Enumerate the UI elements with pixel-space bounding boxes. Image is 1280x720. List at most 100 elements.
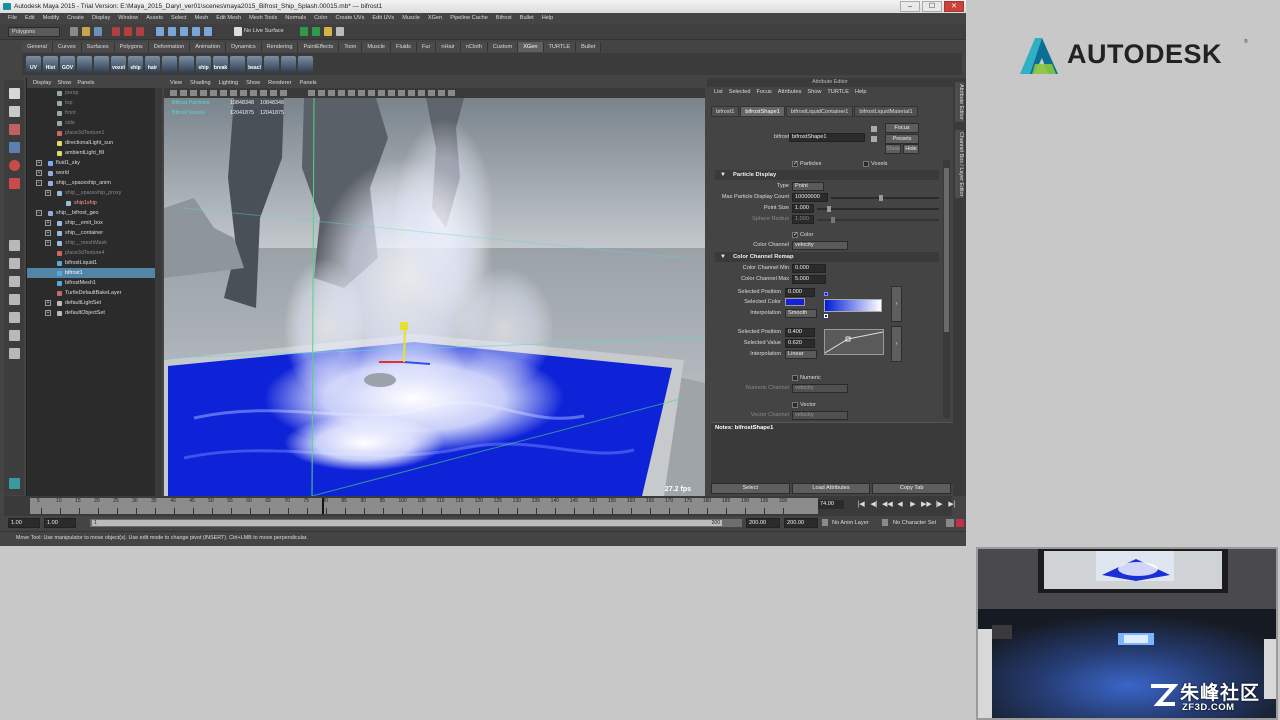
time-slider-track[interactable]: 5 10 15 20 25 30 35 40 45 50 55 60 65 70 75 80 85 90 95 100… [30, 498, 818, 514]
outliner-menu-show[interactable]: Show [54, 78, 74, 88]
outliner-item-ship-meshmask[interactable]: + ship__meshMask [27, 238, 155, 248]
shelf-button-9[interactable] [179, 55, 194, 73]
select-button[interactable]: Select [711, 483, 790, 494]
viewport-menu-show[interactable]: Show [242, 78, 264, 88]
expand-toggle-icon[interactable]: + [36, 170, 42, 176]
shelf-button-hist[interactable]: Hist [43, 55, 58, 73]
outliner-persp-layout-icon[interactable] [9, 294, 20, 305]
color-channel-dropdown[interactable]: velocity [792, 241, 848, 250]
side-tab-channel-box-layer-editor[interactable]: Channel Box / Layer Editor [955, 130, 964, 199]
maximize-button[interactable]: ☐ [922, 1, 942, 12]
field-chart-icon[interactable] [260, 90, 267, 96]
value-ramp-graph[interactable] [824, 329, 884, 355]
expand-color-ramp-button[interactable]: › [891, 286, 902, 322]
menu-select[interactable]: Select [167, 13, 191, 24]
shelf-button-14[interactable] [264, 55, 279, 73]
outliner-menu-panels[interactable]: Panels [74, 78, 97, 88]
move-tool-icon[interactable] [9, 142, 20, 153]
expand-toggle-icon[interactable]: + [45, 310, 51, 316]
outliner-item-front[interactable]: front [27, 108, 155, 118]
numeric-channel-dropdown[interactable]: velocity [792, 384, 848, 393]
attr-tab-bifrostliquidmaterial1[interactable]: bifrostLiquidMaterial1 [854, 106, 918, 117]
outliner-item-bifrost1[interactable]: bifrost1 [27, 268, 155, 278]
hypershade-persp-layout-icon[interactable] [9, 330, 20, 341]
shelf-button-beacl[interactable]: beacl [247, 55, 262, 73]
menu-mesh-tools[interactable]: Mesh Tools [245, 13, 281, 24]
numeric-checkbox[interactable] [792, 375, 798, 381]
film-gate-icon[interactable] [230, 90, 237, 96]
animation-end-field[interactable]: 200.00 [784, 518, 818, 528]
character-set-dropdown[interactable]: No Character Set [893, 517, 936, 529]
shelf-tab-general[interactable]: General [22, 42, 53, 52]
point-size-field[interactable]: 1.000 [792, 204, 814, 213]
interpolation-dropdown[interactable]: Smooth [785, 309, 817, 318]
particles-checkbox[interactable]: ✓ [792, 161, 798, 167]
go-to-end-icon[interactable]: ▶| [947, 500, 957, 509]
interpolation-2-dropdown[interactable]: Linear [785, 350, 817, 359]
outliner-item-turtledefaultbakelayer[interactable]: TurtleDefaultBakeLayer [27, 288, 155, 298]
menu-display[interactable]: Display [88, 13, 114, 24]
xray-icon[interactable] [418, 90, 425, 96]
outliner-item-bifrostmesh1[interactable]: bifrostMesh1 [27, 278, 155, 288]
color-ramp-selected-handle-icon[interactable] [824, 314, 828, 318]
shadows-icon[interactable] [358, 90, 365, 96]
shelf-button-12[interactable] [230, 55, 245, 73]
outliner-item-defaultobjectset[interactable]: + defaultObjectSet [27, 308, 155, 318]
menu-window[interactable]: Window [114, 13, 142, 24]
image-plane-icon[interactable] [190, 90, 197, 96]
two-pane-layout-icon[interactable] [9, 276, 20, 287]
shelf-tab-xgen[interactable]: XGen [518, 42, 544, 52]
outliner-item-ship-bifrost-geo[interactable]: − ship__bifrost_geo [27, 208, 155, 218]
outliner-item-defaultlightset[interactable]: + defaultLightSet [27, 298, 155, 308]
color-channel-min-field[interactable]: 0.000 [792, 264, 826, 273]
attr-tab-bifrostliquidcontainer1[interactable]: bifrostLiquidContainer1 [785, 106, 854, 117]
outliner-item-side[interactable]: side [27, 118, 155, 128]
outliner-item-ship-container[interactable]: + ship__container [27, 228, 155, 238]
outliner-item-fluid1-sky[interactable]: + fluid1_sky [27, 158, 155, 168]
save-scene-icon[interactable] [94, 27, 102, 36]
attr-tab-bifrost1[interactable]: bifrost1 [711, 106, 740, 117]
slider-knob[interactable] [831, 217, 835, 223]
shelf-button-break[interactable]: break [213, 55, 228, 73]
shelf-tab-dynamics[interactable]: Dynamics [226, 42, 262, 52]
shelf-tab-muscle[interactable]: Muscle [362, 42, 392, 52]
notes-area[interactable]: Notes: bifrostShape1 [711, 422, 953, 484]
attr-menu-focus[interactable]: Focus [754, 87, 775, 98]
shelf-button-8[interactable] [162, 55, 177, 73]
select-component-icon[interactable] [136, 27, 144, 36]
menu-color[interactable]: Color [310, 13, 331, 24]
color-ramp-gradient[interactable] [824, 299, 882, 312]
new-scene-icon[interactable] [70, 27, 78, 36]
grid-icon[interactable] [220, 90, 227, 96]
shelf-tab-fur[interactable]: Fur [416, 42, 437, 52]
go-to-start-icon[interactable]: |◀ [856, 500, 866, 509]
shelf-tab-custom[interactable]: Custom [487, 42, 519, 52]
anim-layer-dropdown[interactable]: No Anim Layer [832, 517, 869, 529]
outliner-item-ship1ship[interactable]: ship1ship [27, 198, 155, 208]
expand-toggle-icon[interactable]: − [36, 180, 42, 186]
graph-persp-layout-icon[interactable] [9, 312, 20, 323]
expand-toggle-icon[interactable]: + [45, 230, 51, 236]
select-tool-icon[interactable] [9, 88, 20, 99]
shelf-button-voxel[interactable]: voxel [111, 55, 126, 73]
point-size-slider[interactable] [817, 206, 939, 212]
outliner-item-ship-spaceship-proxy[interactable]: + ship__spaceship_proxy [27, 188, 155, 198]
attr-menu-list[interactable]: List [711, 87, 726, 98]
shelf-tab-deformation[interactable]: Deformation [148, 42, 191, 52]
type-dropdown[interactable]: Point [792, 182, 824, 191]
depth-of-field-icon[interactable] [398, 90, 405, 96]
outliner-item-ship-spaceship-anim[interactable]: − ship__spaceship_anim [27, 178, 155, 188]
shelf-button-16[interactable] [298, 55, 313, 73]
outliner-item-top[interactable]: top [27, 98, 155, 108]
focus-button[interactable]: Focus [885, 123, 919, 133]
attr-menu-turtle[interactable]: TURTLE [824, 87, 852, 98]
vector-checkbox[interactable] [792, 402, 798, 408]
shelf-tab-fluids[interactable]: Fluids [391, 42, 417, 52]
smooth-shade-icon[interactable] [318, 90, 325, 96]
select-hierarchy-icon[interactable] [112, 27, 120, 36]
render-settings-icon[interactable] [324, 27, 332, 36]
presets-button[interactable]: Presets [885, 134, 919, 144]
selected-position-field[interactable]: 0.000 [785, 288, 815, 297]
expand-toggle-icon[interactable]: + [45, 240, 51, 246]
playback-start-field[interactable]: 1.00 [44, 518, 76, 528]
